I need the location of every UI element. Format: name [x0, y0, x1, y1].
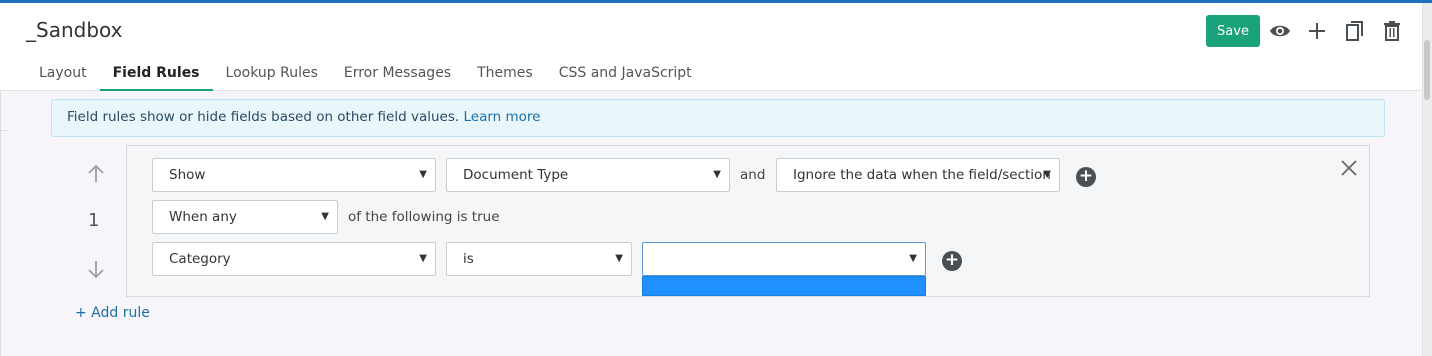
- tab-field-rules[interactable]: Field Rules: [99, 60, 213, 91]
- save-button[interactable]: Save: [1206, 15, 1260, 47]
- action-select[interactable]: Show ▼: [152, 158, 436, 192]
- move-down-arrow-icon[interactable]: [84, 257, 108, 281]
- learn-more-link[interactable]: Learn more: [463, 109, 540, 125]
- chevron-down-icon: ▼: [1043, 169, 1051, 180]
- target-field-select[interactable]: Document Type ▼: [446, 158, 730, 192]
- chevron-down-icon: ▼: [909, 253, 917, 264]
- condition-value-select[interactable]: ▼: [642, 242, 926, 276]
- match-suffix-label: of the following is true: [348, 209, 500, 225]
- scrollbar-thumb[interactable]: [1424, 40, 1430, 100]
- tab-layout[interactable]: Layout: [26, 60, 100, 91]
- info-banner: Field rules show or hide fields based on…: [51, 99, 1385, 137]
- chevron-down-icon: ▼: [615, 253, 623, 264]
- add-condition-plus-icon[interactable]: +: [942, 251, 962, 271]
- chevron-down-icon: ▼: [419, 253, 427, 264]
- chevron-down-icon: ▼: [713, 169, 721, 180]
- condition-operator-select[interactable]: is ▼: [446, 242, 632, 276]
- close-icon[interactable]: [1338, 157, 1360, 179]
- left-edge-tick: [0, 130, 8, 131]
- add-rule-link[interactable]: + Add rule: [75, 305, 150, 321]
- info-text: Field rules show or hide fields based on…: [67, 109, 460, 125]
- tab-bar: Layout Field Rules Lookup Rules Error Me…: [26, 60, 705, 91]
- target-field-value: Document Type: [463, 167, 569, 183]
- data-option-value: Ignore the data when the field/section: [793, 167, 1051, 183]
- plus-icon[interactable]: [1305, 18, 1329, 44]
- copy-icon[interactable]: [1343, 18, 1367, 44]
- trash-icon[interactable]: [1380, 18, 1404, 44]
- match-mode-select[interactable]: When any ▼: [152, 200, 338, 234]
- action-select-value: Show: [169, 167, 206, 183]
- page-title: _Sandbox: [26, 18, 123, 42]
- condition-field-select[interactable]: Category ▼: [152, 242, 436, 276]
- move-up-arrow-icon[interactable]: [84, 162, 108, 186]
- chevron-down-icon: ▼: [419, 169, 427, 180]
- tab-error-messages[interactable]: Error Messages: [331, 60, 464, 91]
- add-action-plus-icon[interactable]: +: [1076, 167, 1096, 187]
- rule-number: 1: [88, 210, 100, 231]
- condition-field-value: Category: [169, 251, 231, 267]
- tab-themes[interactable]: Themes: [464, 60, 546, 91]
- match-mode-value: When any: [169, 209, 237, 225]
- data-option-select[interactable]: Ignore the data when the field/section ▼: [776, 158, 1060, 192]
- chevron-down-icon: ▼: [321, 211, 329, 222]
- tab-lookup-rules[interactable]: Lookup Rules: [213, 60, 331, 91]
- tab-css-javascript[interactable]: CSS and JavaScript: [546, 60, 705, 91]
- condition-operator-value: is: [463, 251, 474, 267]
- conjunction-label: and: [740, 167, 766, 183]
- dropdown-highlighted-option[interactable]: [642, 276, 926, 296]
- eye-icon[interactable]: [1268, 18, 1292, 44]
